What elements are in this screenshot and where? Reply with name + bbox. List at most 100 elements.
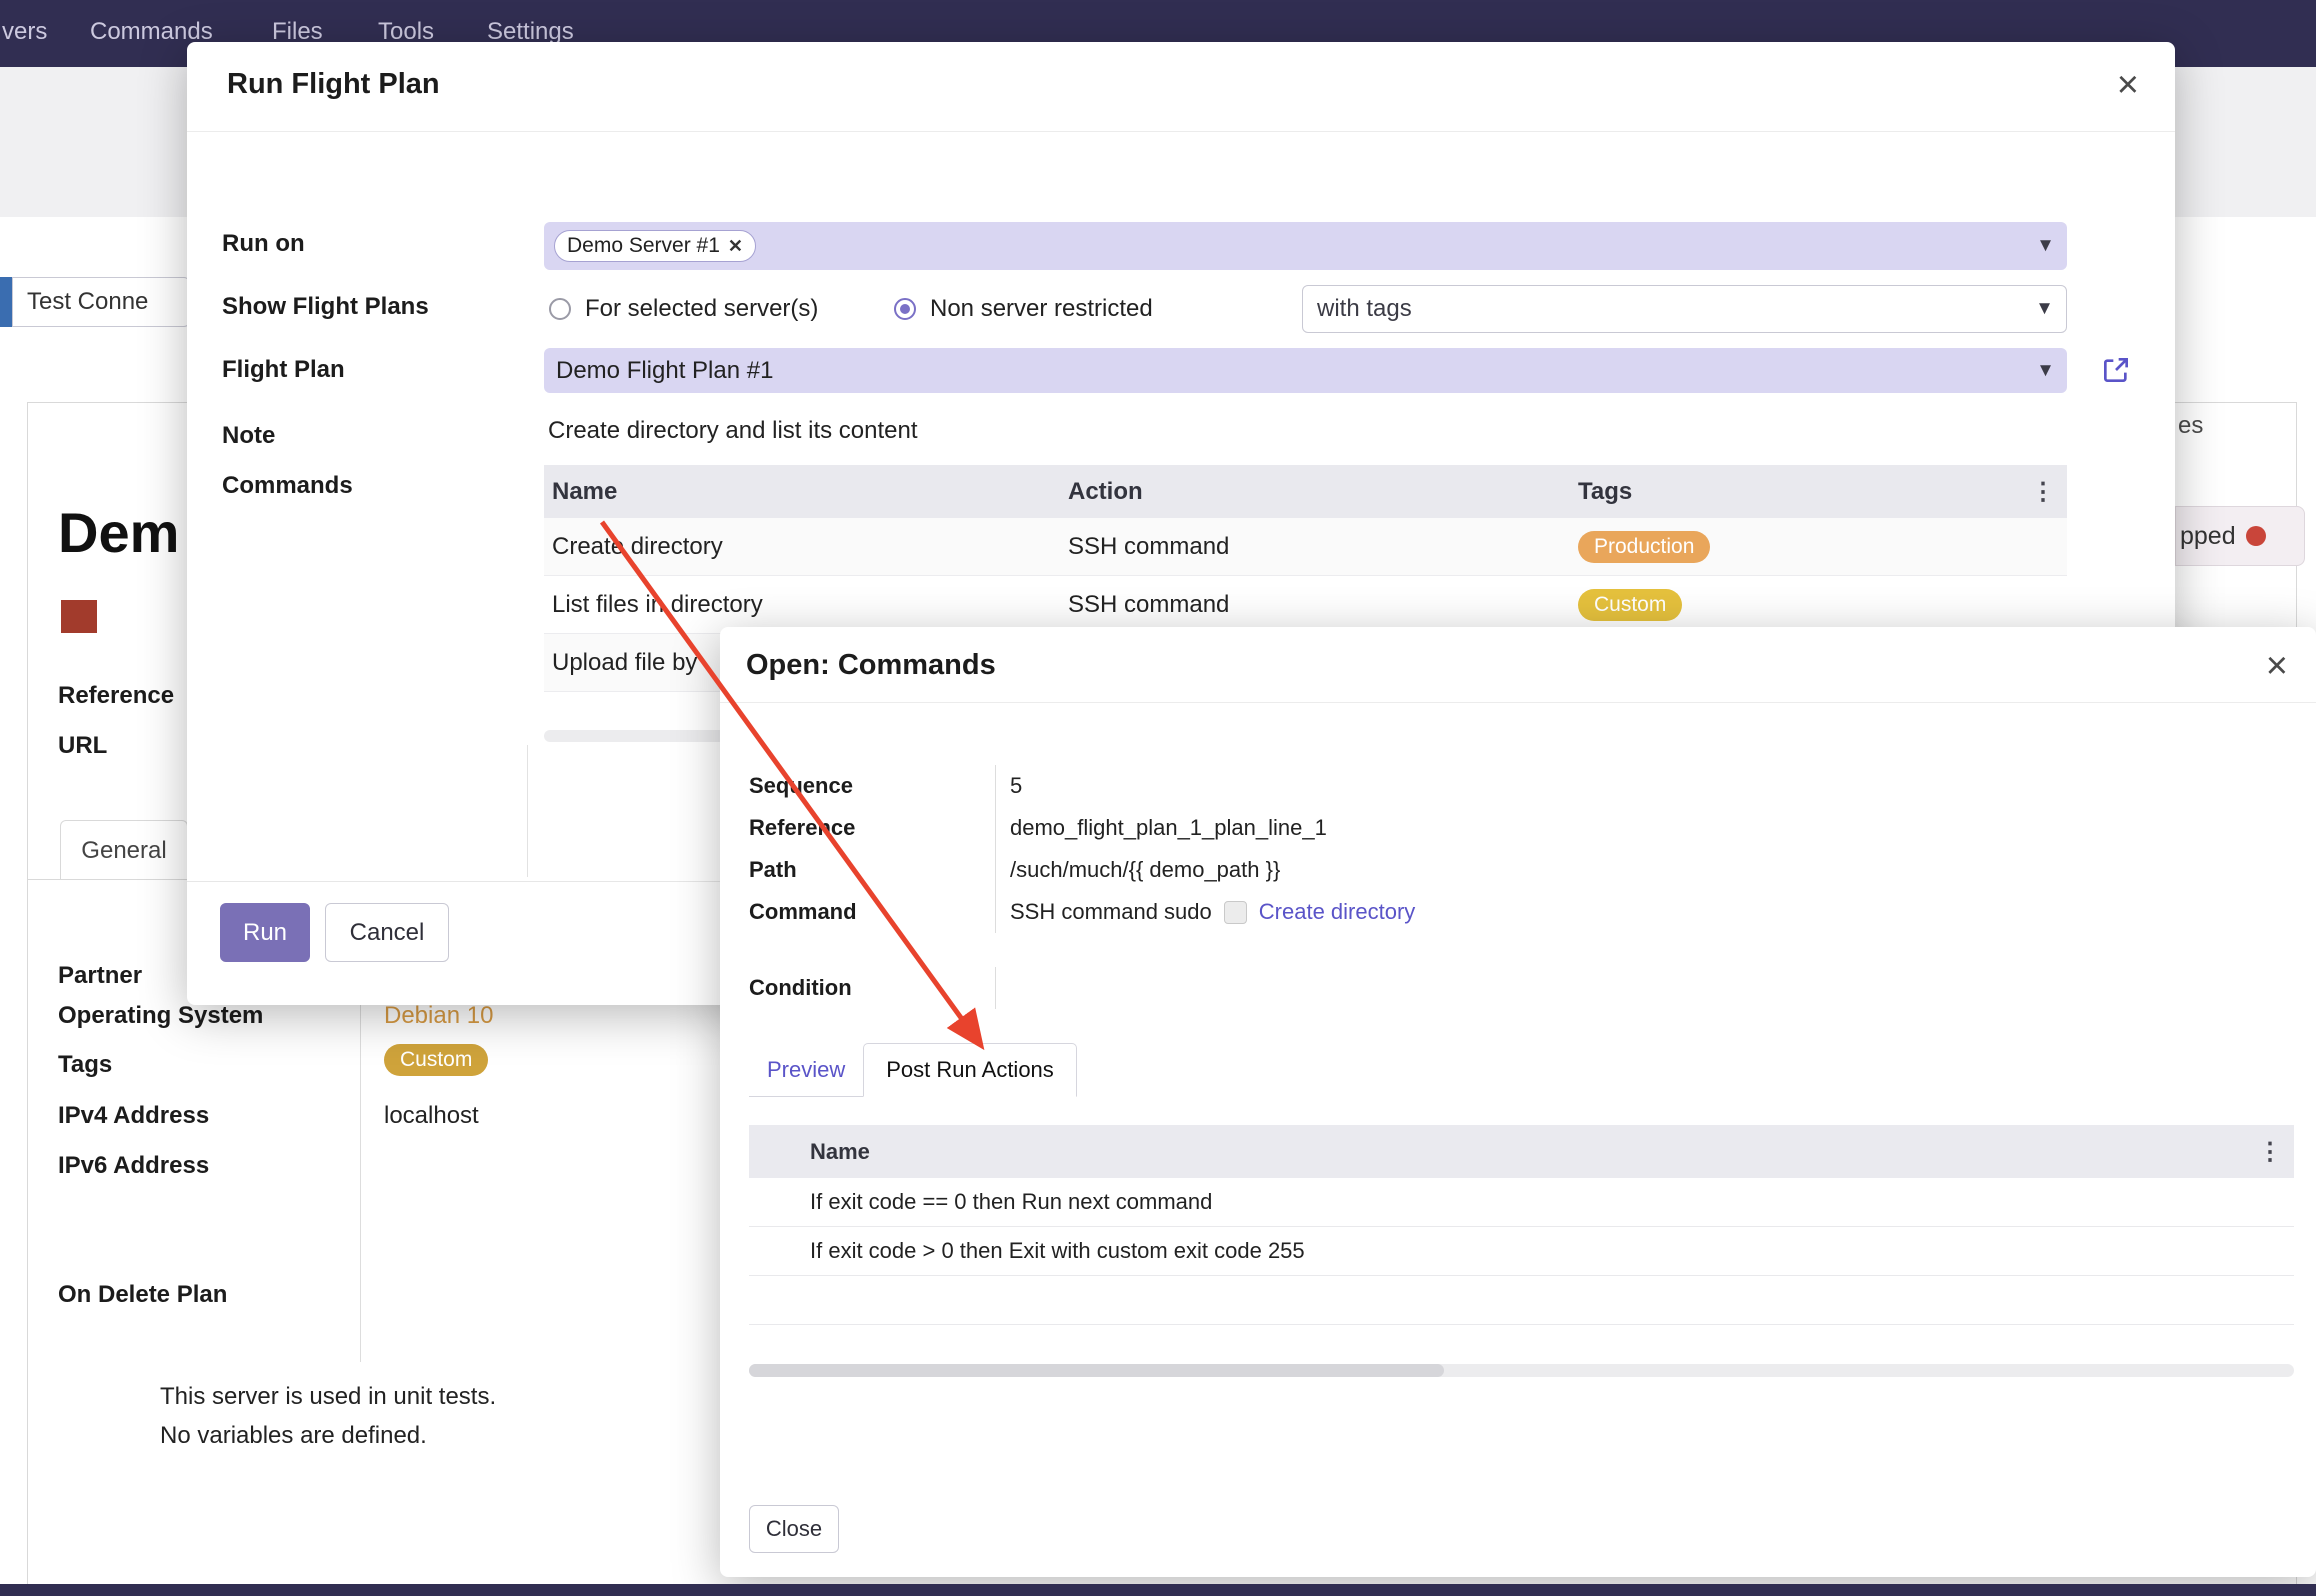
col-name[interactable]: Name [810, 1139, 2294, 1165]
condition-field: Condition [749, 967, 2149, 1009]
reference-value: demo_flight_plan_1_plan_line_1 [995, 807, 1327, 849]
screen: vers Commands Files Tools Settings Test … [0, 0, 2316, 1596]
tag-badge: Production [1578, 531, 1710, 563]
url-label: URL [58, 732, 107, 760]
kebab-menu-icon[interactable]: ⋮ [2258, 1137, 2282, 1166]
notebook-border [27, 879, 187, 880]
sudo-checkbox[interactable] [1224, 901, 1247, 924]
command-field: Command SSH command sudo Create director… [749, 891, 2149, 933]
path-field: Path /such/much/{{ demo_path }} [749, 849, 2149, 891]
run-modal-title: Run Flight Plan [227, 68, 440, 101]
cancel-button[interactable]: Cancel [325, 903, 449, 962]
radio-non-restricted[interactable] [894, 298, 916, 320]
list-item[interactable]: If exit code > 0 then Exit with custom e… [749, 1227, 2294, 1276]
chip-remove-icon[interactable]: ✕ [728, 236, 743, 257]
ipv4-label: IPv4 Address [58, 1102, 209, 1130]
row-name: Create directory [544, 533, 1060, 561]
chevron-down-icon[interactable]: ▾ [2039, 295, 2050, 321]
path-value: /such/much/{{ demo_path }} [995, 849, 1280, 891]
row-action: SSH command [1060, 591, 1570, 619]
list-item[interactable]: If exit code == 0 then Run next command [749, 1178, 2294, 1227]
path-label: Path [749, 857, 995, 883]
page-title: Dem [58, 500, 179, 565]
open-commands-modal: Open: Commands × Sequence 5 Reference de… [720, 627, 2316, 1577]
col-tags[interactable]: Tags [1570, 478, 2067, 506]
status-badge-label: pped [2180, 522, 2236, 551]
nav-item-servers[interactable]: vers [2, 18, 47, 46]
reference-field: Reference demo_flight_plan_1_plan_line_1 [749, 807, 2149, 849]
field-divider [360, 952, 361, 1362]
table-row[interactable]: List files in directory SSH command Cust… [544, 576, 2067, 634]
post-run-actions-table: Name ⋮ If exit code == 0 then Run next c… [749, 1125, 2294, 1325]
flight-plan-label: Flight Plan [222, 356, 345, 384]
commands-modal-header: Open: Commands × [720, 627, 2316, 703]
ipv6-label: IPv6 Address [58, 1152, 209, 1180]
on-delete-plan-label: On Delete Plan [58, 1281, 227, 1309]
bottom-bar [0, 1584, 2316, 1596]
os-value[interactable]: Debian 10 [384, 1002, 493, 1030]
post-run-table-header: Name ⋮ [749, 1125, 2294, 1178]
scrollbar-thumb[interactable] [749, 1364, 1444, 1377]
empty-row [749, 1276, 2294, 1325]
command-fields: Sequence 5 Reference demo_flight_plan_1_… [749, 765, 2149, 1009]
sequence-field: Sequence 5 [749, 765, 2149, 807]
run-modal-header: Run Flight Plan × [187, 42, 2175, 132]
chevron-down-icon[interactable]: ▾ [2040, 356, 2051, 382]
tag-badge: Custom [1578, 589, 1682, 621]
primary-button-fragment[interactable] [0, 277, 12, 327]
reference-label: Reference [58, 682, 174, 710]
note-value: Create directory and list its content [548, 417, 918, 445]
row-name: List files in directory [544, 591, 1060, 619]
horizontal-scrollbar[interactable] [749, 1364, 2294, 1377]
status-dot-icon [2246, 526, 2266, 546]
command-link[interactable]: Create directory [1259, 899, 1416, 925]
radio-selected-servers[interactable] [549, 298, 571, 320]
notebook-tabs: Preview Post Run Actions [749, 1043, 1077, 1097]
show-flight-plans-label: Show Flight Plans [222, 293, 429, 321]
pane-divider [527, 745, 528, 877]
condition-label: Condition [749, 975, 995, 1001]
row-action: SSH command [1060, 533, 1570, 561]
tags-value-badge[interactable]: Custom [384, 1044, 488, 1076]
run-on-label: Run on [222, 230, 305, 258]
note-label: Note [222, 422, 275, 450]
ipv4-value[interactable]: localhost [384, 1102, 479, 1130]
tab-general[interactable]: General [60, 820, 188, 880]
action-name: If exit code > 0 then Exit with custom e… [810, 1238, 2294, 1264]
unit-test-note-line1: This server is used in unit tests. [160, 1383, 496, 1411]
commands-table-header: Name Action Tags ⋮ [544, 465, 2067, 518]
run-button[interactable]: Run [220, 903, 310, 962]
reference-label: Reference [749, 815, 995, 841]
col-action[interactable]: Action [1060, 478, 1570, 506]
tab-preview[interactable]: Preview [749, 1044, 863, 1096]
flight-plan-select[interactable]: Demo Flight Plan #1 ▾ [544, 348, 2067, 393]
kebab-menu-icon[interactable]: ⋮ [2031, 477, 2055, 506]
with-tags-value: with tags [1303, 295, 1412, 323]
run-on-server-select[interactable]: Demo Server #1 ✕ ▾ [544, 222, 2067, 270]
with-tags-select[interactable]: with tags ▾ [1302, 285, 2067, 333]
radio-selected-servers-label[interactable]: For selected server(s) [585, 295, 818, 323]
os-label: Operating System [58, 1002, 263, 1030]
test-connection-button[interactable]: Test Conne [12, 277, 190, 327]
close-button[interactable]: Close [749, 1505, 839, 1553]
tab-post-run-actions[interactable]: Post Run Actions [863, 1043, 1077, 1097]
server-chip[interactable]: Demo Server #1 ✕ [554, 230, 756, 262]
close-icon[interactable]: × [2117, 66, 2139, 104]
header-fragment-text[interactable]: es [2178, 412, 2203, 440]
server-chip-label: Demo Server #1 [567, 234, 720, 258]
flight-plan-value: Demo Flight Plan #1 [544, 357, 773, 385]
command-value: SSH command sudo [1010, 899, 1212, 925]
command-label: Command [749, 899, 995, 925]
color-swatch[interactable] [61, 600, 97, 633]
external-link-icon[interactable] [2100, 354, 2132, 386]
close-icon[interactable]: × [2266, 647, 2288, 685]
condition-value[interactable] [995, 967, 1210, 1009]
chevron-down-icon[interactable]: ▾ [2040, 232, 2051, 258]
col-name[interactable]: Name [544, 478, 1060, 506]
tags-label: Tags [58, 1051, 112, 1079]
status-badge[interactable]: pped [2175, 506, 2305, 566]
partner-label: Partner [58, 962, 142, 990]
unit-test-note-line2: No variables are defined. [160, 1422, 427, 1450]
radio-non-restricted-label[interactable]: Non server restricted [930, 295, 1153, 323]
table-row[interactable]: Create directory SSH command Production [544, 518, 2067, 576]
